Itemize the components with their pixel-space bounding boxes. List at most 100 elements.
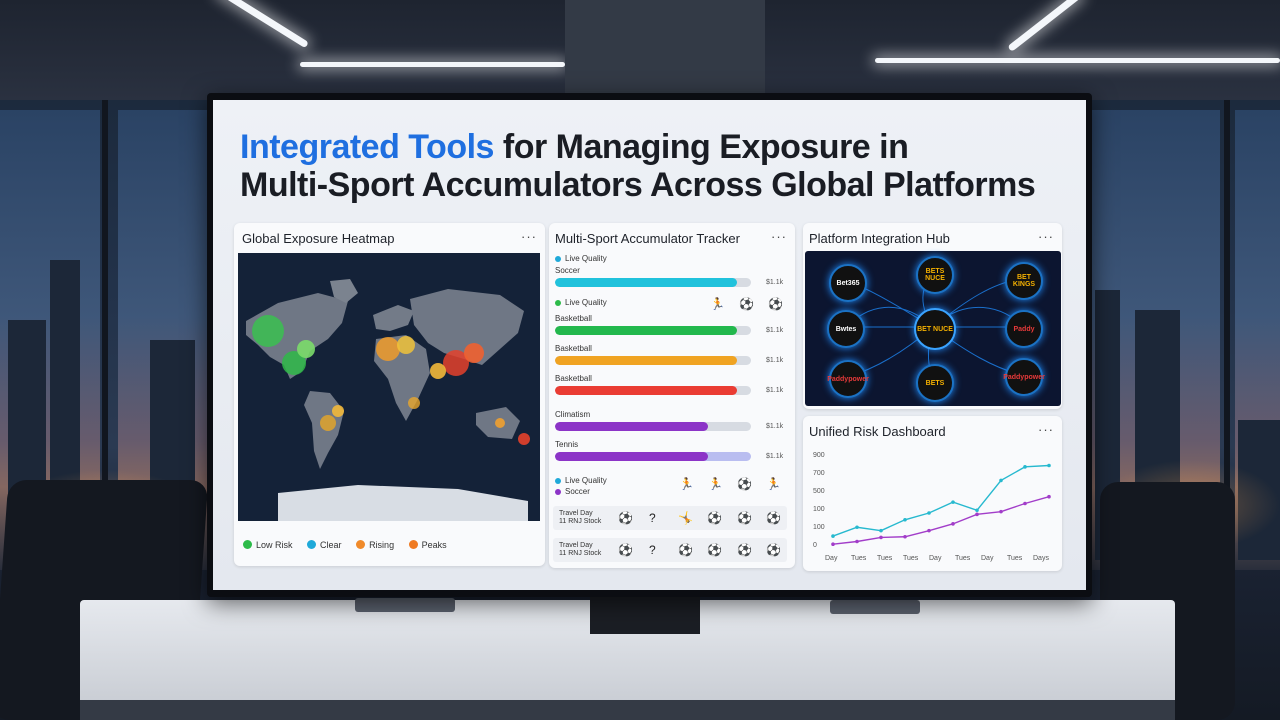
keyboard [355, 598, 455, 612]
hub-menu-button[interactable]: ··· [1038, 229, 1054, 244]
heatmap-menu-button[interactable]: ··· [521, 229, 537, 244]
live-sport: Soccer [555, 487, 590, 496]
sport-label: Basketball [555, 374, 592, 383]
unknown-icon: ? [649, 511, 656, 525]
europe-shape [373, 305, 414, 331]
series-point [831, 534, 835, 538]
series-point [999, 478, 1003, 483]
heat-spot-rising [408, 397, 420, 409]
platform-node[interactable]: BETS [916, 364, 954, 402]
sport-label: Basketball [555, 314, 592, 323]
tracker-title: Multi-Sport Accumulator Tracker [555, 231, 740, 246]
dashboard-screen: Integrated Tools for Managing Exposure i… [213, 100, 1086, 590]
legend-item: Peaks [408, 540, 447, 550]
exposure-value: $1.1k [766, 423, 784, 430]
soccer-ball-icon: ⚽ [737, 511, 752, 525]
sport-label: Basketball [555, 344, 592, 353]
legend-item: Clear [307, 540, 342, 550]
live-status: Live Quality [555, 254, 607, 263]
exposure-bar-fill [555, 422, 708, 431]
hub-title: Platform Integration Hub [809, 231, 950, 246]
exposure-bar [555, 278, 751, 287]
status-dot [555, 489, 561, 495]
series-point [951, 522, 955, 526]
status-dot [555, 300, 561, 306]
series-point [999, 509, 1003, 514]
exposure-bar [555, 422, 751, 431]
title-highlight: Integrated Tools [240, 128, 494, 166]
series-point [1023, 501, 1027, 506]
live-status: Live Quality [555, 298, 607, 307]
exposure-bar-fill [555, 452, 708, 461]
series-point [1023, 465, 1027, 469]
soccer-ball-icon: ⚽ [766, 511, 781, 525]
sport-label: Climatism [555, 410, 591, 419]
platform-node[interactable]: Bwtes [827, 310, 865, 348]
player-icon: 🏃 [679, 477, 694, 491]
legend-item: Rising [356, 540, 394, 550]
series-point [927, 528, 931, 533]
title-line-1: for Managing Exposure in [493, 128, 909, 166]
player-icon: 🏃 [766, 477, 781, 491]
bet-slip-text: Travel Day 11 RNJ Stock [559, 510, 602, 525]
player-icon: 🤸 [678, 511, 693, 525]
exposure-bar-fill [555, 326, 738, 335]
legend-dot [408, 540, 418, 549]
heat-spot-rising [376, 337, 400, 361]
series-point [855, 539, 859, 544]
series-point [1047, 463, 1051, 468]
heat-spot-low [252, 315, 284, 347]
player-icon: 🏃 [710, 297, 725, 311]
platform-hub-center[interactable]: BET NUCE [914, 308, 956, 350]
series-line-0 [832, 464, 1050, 537]
series-point [1047, 494, 1051, 499]
platform-node[interactable]: BET KINGS [1005, 262, 1043, 300]
exposure-bar [555, 452, 751, 461]
series-point [831, 542, 835, 547]
exposure-bar [555, 326, 751, 335]
status-dot [555, 256, 561, 262]
world-heatmap [238, 253, 540, 521]
exposure-value: $1.1k [766, 327, 784, 334]
tracker-menu-button[interactable]: ··· [771, 229, 787, 244]
legend-dot [307, 540, 317, 549]
exposure-value: $1.1k [766, 357, 784, 364]
ceiling-light [300, 62, 565, 67]
soccer-ball-icon: ⚽ [768, 297, 783, 311]
soccer-ball-icon: ⚽ [618, 543, 633, 557]
soccer-ball-icon: ⚽ [737, 543, 752, 557]
soccer-ball-icon: ⚽ [678, 543, 693, 557]
exposure-value: $1.1k [766, 453, 784, 460]
heatmap-legend: Low Risk Clear Rising Peaks [243, 540, 459, 550]
legend-item: Low Risk [243, 540, 293, 550]
series-point [903, 534, 907, 539]
series-point [903, 517, 907, 522]
player-icon: 🏃 [708, 477, 723, 491]
soccer-ball-icon: ⚽ [707, 511, 722, 525]
heat-spot-rising [397, 336, 415, 354]
series-line-1 [832, 496, 1050, 545]
ceiling-light [875, 58, 1280, 63]
platform-node[interactable]: BETS NUCE [916, 256, 954, 294]
world-map [246, 279, 530, 521]
series-point [879, 528, 883, 533]
platform-node-bet365[interactable]: Bet365 [829, 264, 867, 302]
page-title: Integrated Tools for Managing Exposure i… [240, 128, 1080, 204]
live-status: Live Quality [555, 476, 607, 485]
series-point [975, 512, 979, 517]
soccer-ball-icon: ⚽ [766, 543, 781, 557]
sport-label: Tennis [555, 440, 579, 449]
heat-spot-rising [430, 363, 446, 379]
unknown-icon: ? [649, 543, 656, 557]
soccer-ball-icon: ⚽ [618, 511, 633, 525]
platform-node[interactable]: Paddypower [1003, 358, 1045, 396]
heat-spot-peak [518, 433, 530, 445]
platform-node[interactable]: Paddy [1005, 310, 1043, 348]
heat-spot-low [297, 340, 315, 358]
title-line-2: Multi-Sport Accumulators Across Global P… [240, 166, 1036, 204]
heat-spot-rising [495, 418, 505, 428]
sport-label: Soccer [555, 266, 580, 275]
exposure-value: $1.1k [766, 387, 784, 394]
platform-node[interactable]: Paddypower [827, 360, 869, 398]
status-dot [555, 478, 561, 484]
